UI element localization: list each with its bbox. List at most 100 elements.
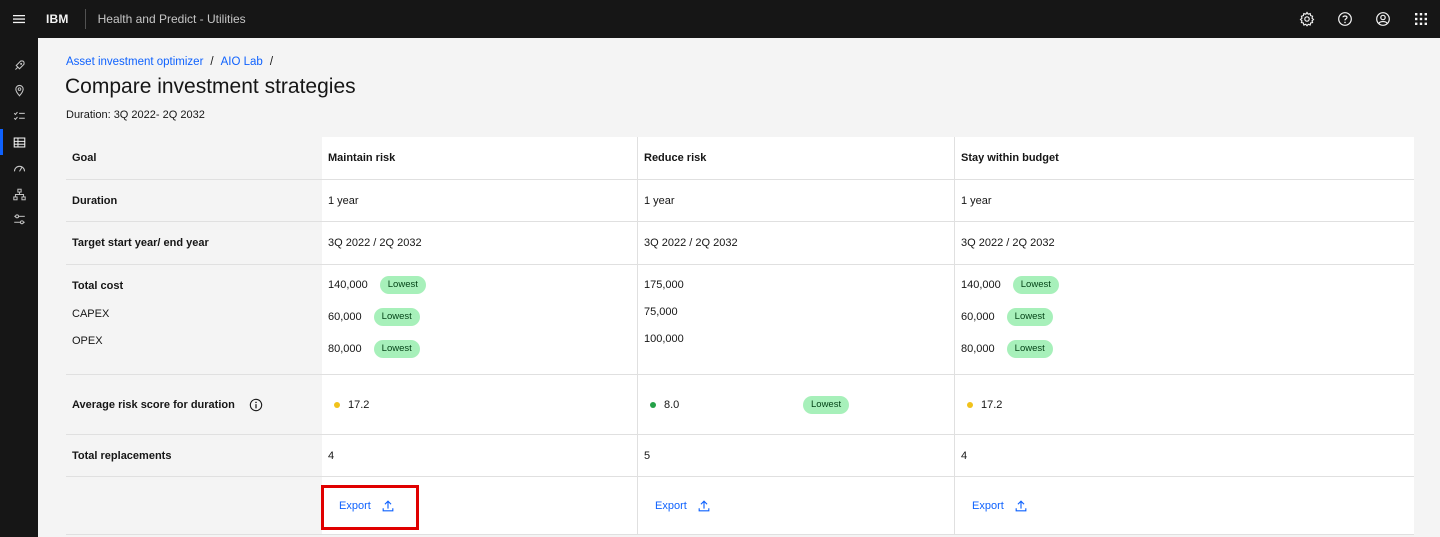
- table-row-replacements: Total replacements 4 5 4: [66, 435, 1414, 477]
- highlight-box: [321, 485, 419, 530]
- export-button-stay-within-budget[interactable]: Export: [972, 499, 1028, 513]
- side-nav-item-configuration[interactable]: [0, 206, 38, 232]
- table-row-goal: Goal Maintain risk Reduce risk Stay with…: [66, 137, 1414, 180]
- risk-value: 17.2: [981, 398, 1003, 411]
- label-capex: CAPEX: [72, 308, 110, 320]
- main-content: Asset investment optimizer / AIO Lab / C…: [38, 38, 1440, 537]
- risk-value: 8.0: [664, 398, 680, 411]
- strategy-name: Reduce risk: [638, 137, 955, 179]
- opex-line: 80,000 Lowest: [961, 340, 1053, 358]
- opex-value: 80,000: [961, 342, 995, 355]
- table-row-cost: Total cost CAPEX OPEX 140,000 Lowest 60,0…: [66, 265, 1414, 375]
- export-label: Export: [655, 499, 687, 512]
- export-label: Export: [972, 499, 1004, 512]
- opex-value: 100,000: [644, 333, 684, 345]
- export-cell: Export: [638, 477, 955, 534]
- replacements-value: 4: [322, 435, 638, 476]
- side-nav-item-dashboard[interactable]: [0, 155, 38, 181]
- breadcrumb-separator: /: [269, 56, 274, 68]
- user-button[interactable]: [1364, 0, 1402, 38]
- app-title: Health and Predict - Utilities: [97, 12, 246, 26]
- side-nav-item-locations[interactable]: [0, 77, 38, 103]
- help-icon: [1338, 12, 1352, 26]
- lowest-risk-tag: Lowest: [803, 396, 850, 414]
- table-row-export: Export Export Export: [66, 477, 1414, 535]
- total-cost-value: 175,000: [644, 279, 684, 291]
- row-label-goal: Goal: [66, 137, 322, 179]
- risk-cell: 8.0 Lowest: [638, 375, 955, 434]
- lowest-tag: Lowest: [1006, 308, 1053, 326]
- risk-cell: 17.2: [322, 375, 638, 434]
- total-cost-value: 140,000: [961, 278, 1001, 291]
- settings-icon: [1299, 11, 1315, 27]
- help-button[interactable]: [1326, 0, 1364, 38]
- page-title: Compare investment strategies: [65, 75, 356, 98]
- strategy-name: Stay within budget: [955, 137, 1414, 179]
- label-total-cost: Total cost: [72, 280, 124, 292]
- header-actions: [1288, 0, 1440, 38]
- label-opex: OPEX: [72, 335, 103, 347]
- breadcrumb-link-asset-investment-optimizer[interactable]: Asset investment optimizer: [66, 56, 203, 68]
- side-nav-item-investment[interactable]: [0, 129, 38, 155]
- capex-line: 60,000 Lowest: [961, 308, 1053, 326]
- upload-icon: [698, 499, 710, 511]
- opex-value: 80,000: [328, 342, 362, 355]
- table-row-duration: Duration 1 year 1 year 1 year: [66, 180, 1414, 222]
- cost-cell: 175,000 75,000 100,000: [638, 265, 955, 374]
- cost-cell: 140,000 Lowest 60,000 Lowest 80,000 Lowest: [322, 265, 638, 374]
- table-row-target: Target start year/ end year 3Q 2022 / 2Q…: [66, 222, 1414, 265]
- capex-line: 60,000 Lowest: [328, 308, 420, 326]
- export-cell: Export: [955, 477, 1414, 534]
- brand-name[interactable]: IBM: [46, 12, 69, 26]
- export-button-reduce-risk[interactable]: Export: [655, 499, 711, 513]
- risk-cell: 17.2: [955, 375, 1414, 434]
- page-duration: Duration: 3Q 2022- 2Q 2032: [66, 109, 205, 121]
- rocket-icon: [14, 59, 25, 70]
- location-icon: [14, 84, 24, 97]
- risk-status-dot: [334, 401, 340, 408]
- breadcrumb-link-aio-lab[interactable]: AIO Lab: [221, 56, 263, 68]
- side-nav-item-hierarchy[interactable]: [0, 181, 38, 207]
- checklist-icon: [13, 111, 25, 120]
- opex-line: 100,000: [644, 333, 684, 345]
- settings-button[interactable]: [1288, 0, 1326, 38]
- side-nav-item-overview[interactable]: [0, 52, 38, 78]
- duration-value: 1 year: [638, 180, 955, 221]
- risk-value: 17.2: [348, 398, 370, 411]
- comparison-table: Goal Maintain risk Reduce risk Stay with…: [66, 137, 1414, 535]
- lowest-tag: Lowest: [803, 396, 850, 414]
- total-cost-line: 140,000 Lowest: [328, 276, 426, 294]
- hierarchy-icon: [12, 188, 26, 200]
- top-header: IBM Health and Predict - Utilities: [0, 0, 1440, 38]
- target-value: 3Q 2022 / 2Q 2032: [638, 222, 955, 264]
- strategy-name: Maintain risk: [322, 137, 638, 179]
- opex-line: 80,000 Lowest: [328, 340, 420, 358]
- data-table-icon: [13, 137, 25, 147]
- replacements-value: 5: [638, 435, 955, 476]
- lowest-tag: Lowest: [373, 308, 420, 326]
- side-nav-item-tasks[interactable]: [0, 103, 38, 129]
- target-value: 3Q 2022 / 2Q 2032: [955, 222, 1414, 264]
- target-value: 3Q 2022 / 2Q 2032: [322, 222, 638, 264]
- replacements-value: 4: [955, 435, 1414, 476]
- lowest-tag: Lowest: [379, 276, 426, 294]
- dashboard-icon: [13, 165, 25, 172]
- row-label-duration: Duration: [66, 180, 322, 221]
- breadcrumb: Asset investment optimizer / AIO Lab /: [66, 56, 280, 68]
- capex-value: 60,000: [328, 310, 362, 323]
- header-divider: [84, 9, 86, 29]
- app-switcher-button[interactable]: [1402, 0, 1440, 38]
- row-label-risk: Average risk score for duration: [66, 375, 322, 434]
- menu-button[interactable]: [0, 0, 38, 38]
- info-icon[interactable]: [249, 398, 263, 412]
- row-label-empty: [66, 477, 322, 534]
- row-label-cost: Total cost CAPEX OPEX: [66, 265, 322, 374]
- capex-line: 75,000: [644, 306, 678, 318]
- duration-value: 1 year: [322, 180, 638, 221]
- risk-status-dot: [967, 401, 973, 408]
- menu-icon: [13, 15, 25, 24]
- breadcrumb-separator: /: [210, 56, 214, 68]
- side-nav: [0, 38, 38, 537]
- app-switcher-icon: [1415, 13, 1427, 25]
- upload-icon: [1015, 499, 1027, 511]
